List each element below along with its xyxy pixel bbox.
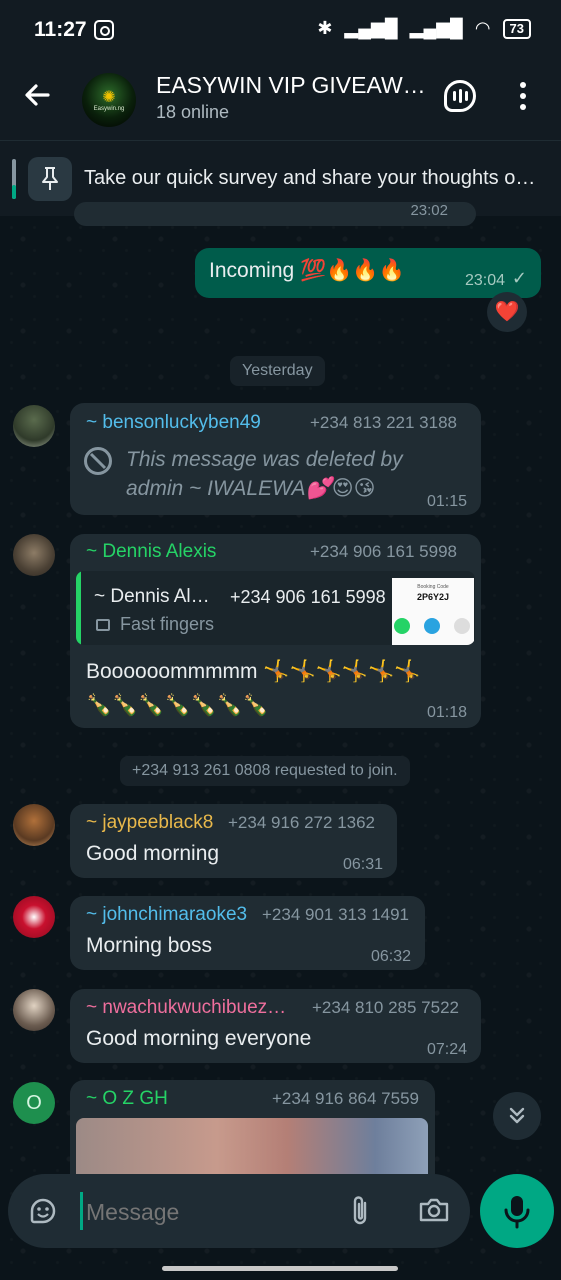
message-time: 01:18 bbox=[426, 704, 467, 721]
voice-chat-icon[interactable] bbox=[444, 80, 476, 112]
status-icons: ✱ ▂▄▆█ ▂▄▆█ ◠ 73 bbox=[317, 18, 531, 39]
link-icon bbox=[454, 618, 470, 634]
message-text: Morning boss bbox=[86, 934, 213, 957]
avatar-text: Easywin.ng bbox=[93, 106, 125, 112]
pin-indicator bbox=[12, 159, 16, 199]
chat-header: ✺ Easywin.ng EASYWIN VIP GIVEAW… 18 onli… bbox=[0, 60, 561, 140]
more-options-icon[interactable] bbox=[520, 82, 528, 115]
message-text: Good morning bbox=[86, 842, 220, 865]
scroll-down-button[interactable] bbox=[493, 1092, 541, 1140]
message-text: Good morning everyone bbox=[86, 1027, 312, 1050]
reply-sender: ~ Dennis Al… bbox=[94, 586, 210, 607]
pin-icon bbox=[28, 157, 72, 201]
sender-name[interactable]: ~ Dennis Alexis bbox=[86, 541, 216, 563]
reply-phone: +234 906 161 5998 bbox=[230, 587, 386, 607]
message-time: 06:31 bbox=[342, 856, 383, 873]
thumbnail-title: Booking Code bbox=[417, 584, 449, 590]
avatar[interactable] bbox=[13, 804, 55, 846]
sender-name[interactable]: ~ johnchimaraoke3 bbox=[86, 904, 247, 926]
sender-name[interactable]: ~ O Z GH bbox=[86, 1088, 168, 1110]
message-time: 01:15 bbox=[426, 493, 467, 510]
sender-phone: +234 916 864 7559 bbox=[271, 1089, 419, 1108]
message-bubble[interactable]: ~ johnchimaraoke3 +234 901 313 1491 Morn… bbox=[70, 896, 425, 970]
battery-icon: 73 bbox=[502, 18, 531, 39]
sender-name[interactable]: ~ jaypeeblack8 bbox=[86, 812, 213, 834]
read-check-icon: ✓ bbox=[511, 268, 527, 288]
date-divider: Yesterday bbox=[230, 356, 325, 386]
sender-name[interactable]: ~ bensonluckyben49 bbox=[86, 412, 261, 434]
text-cursor bbox=[80, 1192, 83, 1230]
quoted-reply[interactable]: ~ Dennis Al… +234 906 161 5998 Fast fing… bbox=[76, 571, 475, 645]
message-bubble[interactable]: ~ jaypeeblack8 +234 916 272 1362 Good mo… bbox=[70, 804, 397, 878]
attachment-icon[interactable] bbox=[348, 1194, 372, 1233]
message-input[interactable] bbox=[84, 1192, 328, 1232]
status-time: 11:27 bbox=[34, 18, 87, 41]
avatar[interactable] bbox=[13, 534, 55, 576]
status-bar: 11:27 ✱ ▂▄▆█ ▂▄▆█ ◠ 73 bbox=[0, 0, 561, 60]
mic-button[interactable] bbox=[480, 1174, 554, 1248]
outgoing-message-time: 23:04 bbox=[464, 272, 505, 289]
wifi-icon: ◠ bbox=[474, 18, 491, 38]
sender-phone: +234 813 221 3188 bbox=[309, 413, 457, 432]
message-time: 06:32 bbox=[370, 948, 411, 965]
back-arrow-icon[interactable] bbox=[22, 80, 52, 118]
partial-message-time: 23:02 bbox=[410, 202, 448, 219]
chat-area[interactable]: 23:02 Incoming 💯🔥🔥🔥 23:04 ✓ ❤️ Yesterday… bbox=[0, 202, 561, 1280]
message-text: Boooooommmmm 🤸🤸🤸🤸🤸🤸🍾🍾🍾🍾🍾🍾🍾 bbox=[86, 660, 421, 717]
reply-thumbnail: Booking Code 2P6Y2J bbox=[392, 578, 474, 645]
join-request-notice: +234 913 261 0808 requested to join. bbox=[120, 756, 410, 786]
sender-phone: +234 916 272 1362 bbox=[228, 813, 376, 832]
avatar[interactable] bbox=[13, 989, 55, 1031]
group-title[interactable]: EASYWIN VIP GIVEAW… bbox=[156, 72, 428, 99]
message-bubble[interactable]: ~ nwachukwuchibuez… +234 810 285 7522 Go… bbox=[70, 989, 481, 1063]
sender-phone: +234 906 161 5998 bbox=[309, 542, 457, 561]
signal-icon-2: ▂▄▆█ bbox=[409, 18, 463, 38]
bluetooth-icon: ✱ bbox=[317, 18, 333, 38]
double-chevron-down-icon bbox=[509, 1107, 525, 1124]
sender-phone: +234 810 285 7522 bbox=[311, 998, 459, 1017]
partial-message-bubble: 23:02 bbox=[74, 202, 476, 226]
instagram-icon bbox=[94, 20, 114, 40]
reaction-heart[interactable]: ❤️ bbox=[487, 292, 527, 332]
camera-icon[interactable] bbox=[418, 1195, 450, 1230]
blocked-icon bbox=[84, 447, 112, 475]
outgoing-message-text: Incoming 💯🔥🔥🔥 bbox=[209, 259, 405, 282]
avatar[interactable] bbox=[13, 896, 55, 938]
message-bubble[interactable]: ~ Dennis Alexis +234 906 161 5998 ~ Denn… bbox=[70, 534, 481, 728]
message-input-bar bbox=[8, 1174, 470, 1248]
microphone-icon bbox=[504, 1196, 530, 1229]
sun-logo-icon: ✺ bbox=[102, 89, 116, 106]
message-bubble[interactable]: ~ bensonluckyben49 +234 813 221 3188 Thi… bbox=[70, 403, 481, 515]
message-time: 07:24 bbox=[426, 1041, 467, 1058]
reply-label: Fast fingers bbox=[120, 614, 215, 634]
thumbnail-code: 2P6Y2J bbox=[416, 592, 450, 602]
avatar[interactable]: O bbox=[13, 1082, 55, 1124]
whatsapp-icon bbox=[394, 618, 410, 634]
telegram-icon bbox=[424, 618, 440, 634]
outgoing-message-bubble[interactable]: Incoming 💯🔥🔥🔥 23:04 ✓ bbox=[195, 248, 541, 298]
signal-icon: ▂▄▆█ bbox=[344, 18, 398, 38]
image-icon bbox=[96, 619, 110, 631]
pinned-text: Take our quick survey and share your tho… bbox=[84, 167, 536, 189]
deleted-message-text: This message was deleted by admin ~ IWAL… bbox=[126, 448, 403, 500]
reply-accent-bar bbox=[76, 571, 81, 645]
group-avatar[interactable]: ✺ Easywin.ng bbox=[82, 73, 136, 127]
avatar[interactable] bbox=[13, 405, 55, 447]
sender-phone: +234 901 313 1491 bbox=[262, 905, 410, 924]
sticker-icon[interactable] bbox=[28, 1196, 58, 1231]
online-count: 18 online bbox=[156, 102, 230, 122]
home-indicator[interactable] bbox=[162, 1266, 398, 1271]
sender-name[interactable]: ~ nwachukwuchibuez… bbox=[86, 997, 292, 1019]
